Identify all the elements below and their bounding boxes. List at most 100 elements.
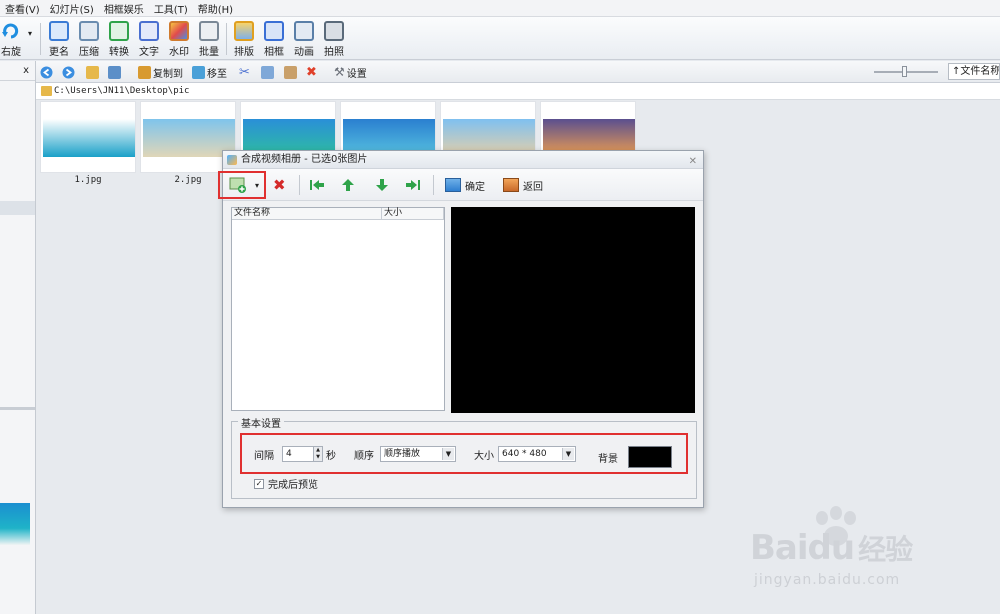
basic-settings-label: 基本设置 <box>238 415 284 430</box>
size-select[interactable]: 640 * 480 ▼ <box>498 446 576 462</box>
toolbar-separator <box>40 23 41 55</box>
left-panel-divider[interactable] <box>0 407 35 410</box>
return-icon <box>503 178 519 192</box>
rename-button[interactable]: 更名 <box>45 21 73 59</box>
animation-icon <box>294 21 314 41</box>
order-select[interactable]: 顺序播放 ▼ <box>380 446 456 462</box>
move-first-icon <box>310 180 324 190</box>
dialog-title-bar[interactable]: 合成视频相册 - 已选0张图片 ✕ <box>223 151 703 169</box>
compress-icon <box>79 21 99 41</box>
order-label: 顺序 <box>354 450 374 462</box>
preview-after-finish-checkbox[interactable]: ✓ 完成后预览 <box>254 476 318 491</box>
animation-button[interactable]: 动画 <box>290 21 318 59</box>
left-panel-selected-row[interactable] <box>0 201 35 215</box>
arrow-up-icon <box>342 179 354 191</box>
move-last-button[interactable] <box>405 176 421 194</box>
rename-icon <box>49 21 69 41</box>
sort-button[interactable]: ↑文件名称 <box>948 63 1000 80</box>
slider-thumb[interactable] <box>902 66 907 77</box>
copy-icon <box>261 65 274 79</box>
red-x-icon: ✖ <box>273 176 286 194</box>
dialog-toolbar: ▾ ✖ 确定 返回 <box>218 169 703 201</box>
layout-button[interactable]: 排版 <box>230 21 258 59</box>
move-to-button[interactable]: 移至 <box>192 64 227 80</box>
delete-x-icon: ✖ <box>306 64 317 80</box>
checkbox[interactable]: ✓ <box>254 478 264 489</box>
watermark-brand-2: du <box>807 528 856 568</box>
rotate-dropdown-icon[interactable]: ▾ <box>28 29 32 38</box>
rotate-right-label: 右旋 <box>1 47 21 58</box>
layout-label: 排版 <box>234 47 254 58</box>
dialog-toolbar-separator <box>433 175 434 195</box>
baidu-jingyan-watermark: Baidu 经验 jingyan.baidu.com <box>750 506 970 592</box>
rename-label: 更名 <box>49 47 69 58</box>
watermark-cn: 经验 <box>858 533 913 566</box>
watermark-button[interactable]: 水印 <box>165 21 193 59</box>
photo-frame-button[interactable]: 相框 <box>260 21 288 59</box>
folder-up-button[interactable] <box>86 64 101 80</box>
text-button[interactable]: 文字 <box>135 21 163 59</box>
video-album-dialog: 合成视频相册 - 已选0张图片 ✕ ▾ ✖ 确定 返回 文件名称 大小 基本设置… <box>218 150 704 508</box>
convert-button[interactable]: 转换 <box>105 21 133 59</box>
column-size[interactable]: 大小 <box>382 208 444 219</box>
thumbnail-size-slider[interactable] <box>874 66 938 77</box>
scissors-icon: ✂ <box>239 64 250 80</box>
compress-label: 压缩 <box>79 47 99 58</box>
highlight-box-add <box>218 171 266 199</box>
interval-value: 4 <box>286 449 292 459</box>
photograph-button[interactable]: 拍照 <box>320 21 348 59</box>
interval-spinner[interactable]: ▲ ▼ <box>314 446 323 462</box>
interval-input[interactable]: 4 <box>282 446 314 462</box>
paste-button[interactable] <box>284 64 299 80</box>
paste-icon <box>284 65 297 79</box>
delete-button[interactable]: ✖ <box>306 64 317 80</box>
thumbnail-label: 1.jpg <box>74 175 102 185</box>
thumbnail-1[interactable] <box>40 101 136 173</box>
rotate-right-button[interactable]: 右旋 <box>0 21 22 59</box>
cut-button[interactable]: ✂ <box>239 64 250 80</box>
convert-label: 转换 <box>109 47 129 58</box>
background-color-picker[interactable] <box>628 446 672 468</box>
copy-to-button[interactable]: 复制到 <box>138 64 183 80</box>
menu-view[interactable]: 查看(V) <box>0 1 45 16</box>
seconds-label: 秒 <box>326 450 336 462</box>
watermark-label: 水印 <box>169 47 189 58</box>
photo-frame-icon <box>264 21 284 41</box>
batch-icon <box>199 21 219 41</box>
back-button[interactable] <box>40 64 53 80</box>
secondary-toolbar: 复制到 移至 ✂ ✖ ⚒ 设置 ↑文件名称 <box>36 61 1000 83</box>
path-bar[interactable]: C:\Users\JN11\Desktop\pic <box>36 83 1000 100</box>
back-label: 返回 <box>523 181 543 193</box>
confirm-button[interactable]: 确定 <box>445 176 485 194</box>
text-label: 文字 <box>139 47 159 58</box>
back-dialog-button[interactable]: 返回 <box>503 176 543 194</box>
left-panel-close-button[interactable]: x <box>0 61 35 81</box>
remove-image-button[interactable]: ✖ <box>273 176 286 194</box>
batch-button[interactable]: 批量 <box>195 21 223 59</box>
column-file-name[interactable]: 文件名称 <box>232 208 382 219</box>
menu-tools[interactable]: 工具(T) <box>149 1 193 16</box>
photograph-label: 拍照 <box>324 47 344 58</box>
copy-button[interactable] <box>261 64 276 80</box>
menu-frame-fun[interactable]: 相框娱乐 <box>99 1 149 16</box>
batch-label: 批量 <box>199 47 219 58</box>
dialog-app-icon <box>227 155 237 165</box>
size-value: 640 * 480 <box>502 449 547 459</box>
settings-button[interactable]: ⚒ 设置 <box>334 64 367 80</box>
move-first-button[interactable] <box>309 176 325 194</box>
interval-label: 间隔 <box>254 450 274 462</box>
convert-icon <box>109 21 129 41</box>
file-list[interactable]: 文件名称 大小 <box>231 207 445 411</box>
compress-button[interactable]: 压缩 <box>75 21 103 59</box>
menu-help[interactable]: 帮助(H) <box>193 1 238 16</box>
confirm-label: 确定 <box>465 181 485 193</box>
move-up-button[interactable] <box>341 176 355 194</box>
forward-button[interactable] <box>62 64 75 80</box>
chevron-down-icon: ▼ <box>442 448 454 460</box>
refresh-button[interactable] <box>108 64 123 80</box>
text-icon <box>139 21 159 41</box>
menu-slideshow[interactable]: 幻灯片(S) <box>45 1 99 16</box>
move-down-button[interactable] <box>375 176 389 194</box>
watermark-brand: Bai <box>750 528 809 568</box>
preview-pane <box>451 207 695 413</box>
